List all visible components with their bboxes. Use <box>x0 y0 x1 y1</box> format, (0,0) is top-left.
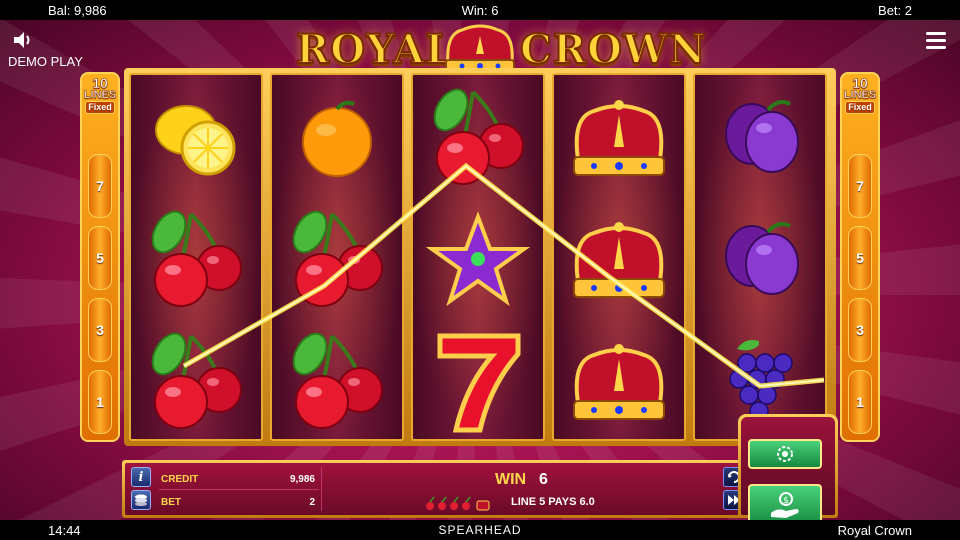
spin-button[interactable]: $ <box>748 484 822 520</box>
game-stage: DEMO PLAY ROYAL CROWN 10 LINES Fixed 7 5… <box>0 20 960 520</box>
coin-stack-icon[interactable] <box>131 490 151 510</box>
lines-count: 10 <box>92 75 108 91</box>
lemon-icon <box>131 77 261 197</box>
payline-marker: 3 <box>848 298 872 362</box>
bet-chip-icon <box>777 446 793 462</box>
seven-icon <box>413 321 543 439</box>
fixed-label: Fixed <box>845 101 875 114</box>
bottom-status-bar: 14:44 SPEARHEAD Royal Crown <box>0 520 960 540</box>
game-name: Royal Crown <box>837 522 912 538</box>
lines-count: 10 <box>852 75 868 91</box>
cherry-icon <box>272 199 402 319</box>
plum-icon <box>695 77 825 197</box>
reel-3 <box>411 73 545 441</box>
provider-logo: SPEARHEAD <box>438 523 522 537</box>
payline-marker: 1 <box>88 370 112 434</box>
bet-label: BET <box>161 497 181 508</box>
credit-label: CREDIT <box>161 474 199 485</box>
svg-text:$: $ <box>783 496 789 506</box>
payline-result-text: LINE 5 PAYS 6.0 <box>511 496 595 508</box>
reel-1 <box>129 73 263 441</box>
win-label: WIN <box>495 471 527 488</box>
top-status-bar: Bal: 9,986 Win: 6 Bet: 2 <box>0 0 960 20</box>
lines-header-right: 10 LINES Fixed <box>842 76 878 114</box>
bet-button[interactable] <box>748 439 822 469</box>
crown-icon <box>554 77 684 197</box>
paylines-column-left: 10 LINES Fixed 7 5 3 1 <box>80 72 120 442</box>
cherry-icon <box>413 77 543 197</box>
reel-2 <box>270 73 404 441</box>
win-readout: Win: 6 <box>461 2 499 18</box>
paylines-column-right: 10 LINES Fixed 7 5 3 1 <box>840 72 880 442</box>
cherry-icon <box>272 321 402 439</box>
payline-marker: 7 <box>848 154 872 218</box>
info-icon[interactable]: i <box>131 467 151 487</box>
win-display: WIN 6 LINE 5 PAYS 6.0 <box>325 465 715 515</box>
reel-4 <box>552 73 686 441</box>
reel-5 <box>693 73 827 441</box>
fixed-label: Fixed <box>85 101 115 114</box>
crown-icon <box>554 321 684 439</box>
cherry-icon <box>131 199 261 319</box>
game-logo: ROYAL CROWN <box>0 22 960 74</box>
lines-label: LINES <box>843 89 877 101</box>
win-value: 6 <box>539 471 548 488</box>
spin-controls: $ <box>738 414 838 520</box>
payline-marker: 5 <box>848 226 872 290</box>
logo-word-crown: CROWN <box>519 25 707 74</box>
star-icon <box>413 199 543 319</box>
payline-marker: 1 <box>848 370 872 434</box>
crown-icon <box>554 199 684 319</box>
hand-coin-icon: $ <box>771 492 799 518</box>
cherry-icon <box>131 321 261 439</box>
plum-icon <box>695 199 825 319</box>
reels-frame <box>124 68 836 446</box>
lines-header-left: 10 LINES Fixed <box>82 76 118 114</box>
payline-marker: 3 <box>88 298 112 362</box>
bet-value: 2 <box>309 497 315 508</box>
bet-readout: Bet: 2 <box>878 2 912 18</box>
payline-marker: 7 <box>88 154 112 218</box>
lines-label: LINES <box>83 89 117 101</box>
credit-value: 9,986 <box>289 474 315 485</box>
orange-icon <box>272 77 402 197</box>
payline-marker: 5 <box>88 226 112 290</box>
bottom-panel: i CREDIT 9,986 BET 2 WIN 6 LINE 5 PAYS 6… <box>122 460 838 518</box>
logo-word-royal: ROYAL <box>295 25 455 74</box>
winning-symbols-icon <box>426 496 490 511</box>
